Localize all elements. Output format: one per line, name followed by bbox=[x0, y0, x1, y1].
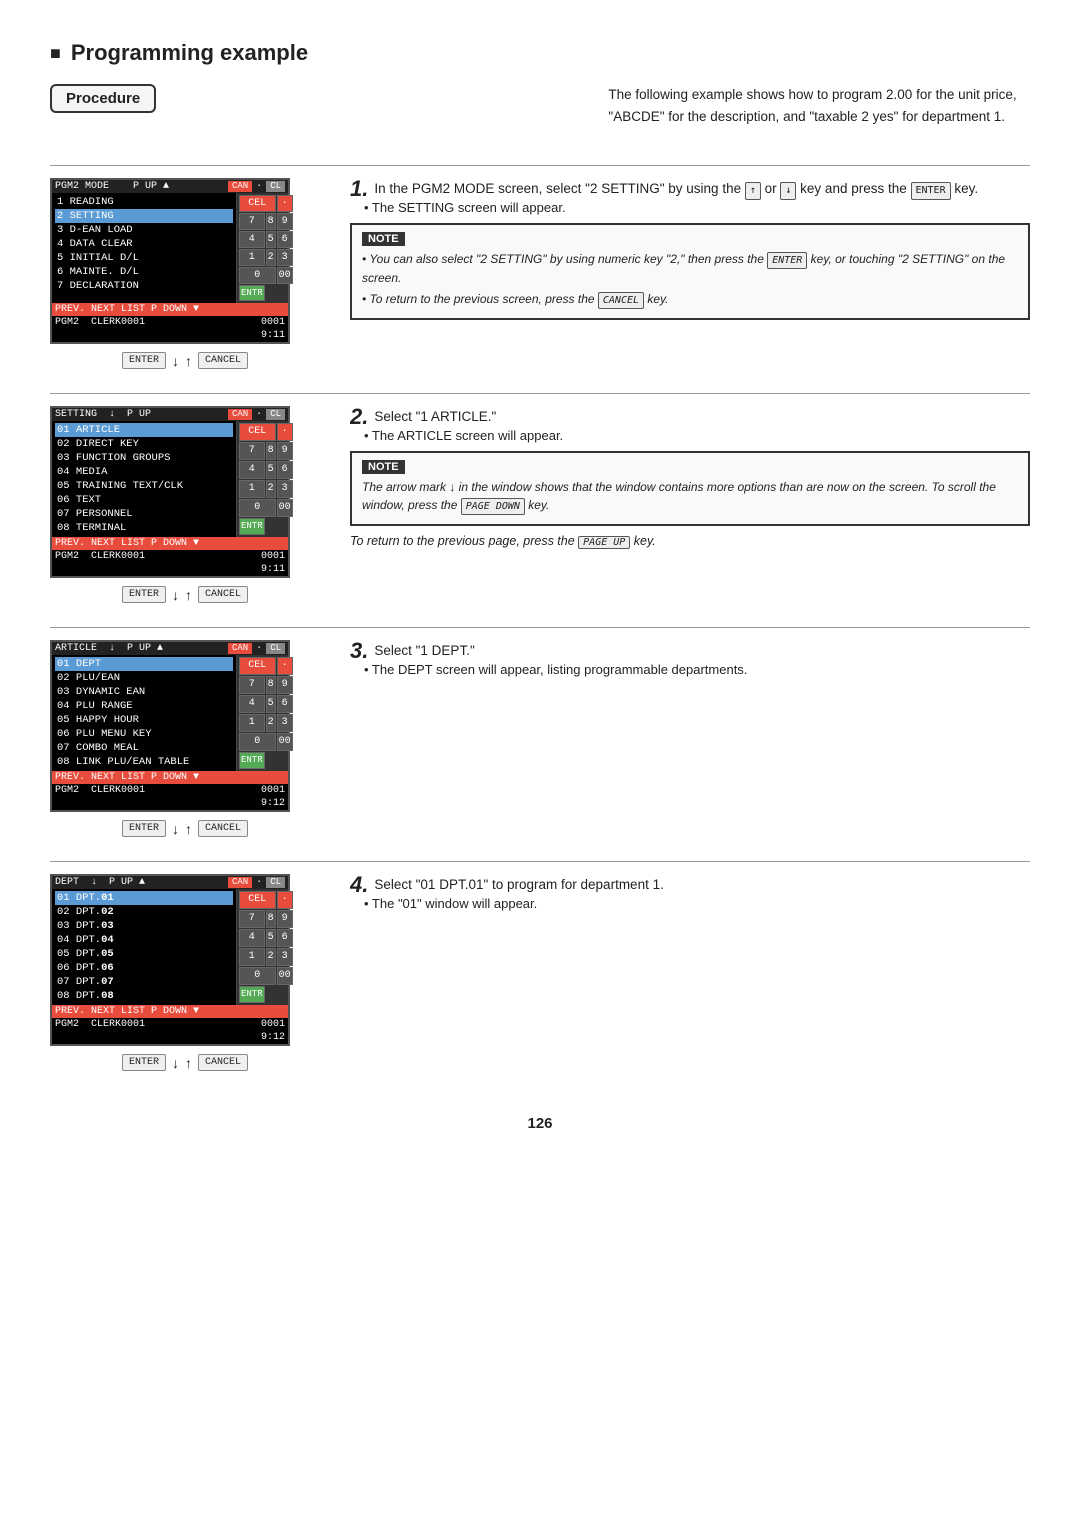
step-2: 2. Select "1 ARTICLE." • The ARTICLE scr… bbox=[350, 406, 1030, 549]
step-4-number: 4. bbox=[350, 874, 368, 896]
arrow-down-3: ↓ bbox=[172, 821, 179, 837]
step-2-note: NOTE The arrow mark ↓ in the window show… bbox=[350, 451, 1030, 526]
step-4-text: Select "01 DPT.01" to program for depart… bbox=[374, 877, 663, 892]
cancel-key-4: CANCEL bbox=[198, 1054, 248, 1071]
arrow-up-3: ↑ bbox=[185, 821, 192, 837]
step-3: 3. Select "1 DEPT." • The DEPT screen wi… bbox=[350, 640, 1030, 677]
procedure-badge: Procedure bbox=[50, 84, 156, 113]
step-1-sub: • The SETTING screen will appear. bbox=[364, 200, 1030, 215]
arrow-up-1: ↑ bbox=[185, 353, 192, 369]
step-1-note: NOTE • You can also select "2 SETTING" b… bbox=[350, 223, 1030, 320]
pos-screen-1: PGM2 MODE P UP ▲ CAN · CL 1 READING 2 SE… bbox=[50, 178, 290, 344]
key-row-1: ENTER ↓ ↑ CANCEL bbox=[50, 352, 320, 369]
step-1-text: In the PGM2 MODE screen, select "2 SETTI… bbox=[374, 181, 978, 196]
step-3-number: 3. bbox=[350, 640, 368, 662]
intro-text: The following example shows how to progr… bbox=[608, 84, 1030, 127]
enter-key-4: ENTER bbox=[122, 1054, 166, 1071]
key-row-3: ENTER ↓ ↑ CANCEL bbox=[50, 820, 320, 837]
enter-key-2: ENTER bbox=[122, 586, 166, 603]
step-4: 4. Select "01 DPT.01" to program for dep… bbox=[350, 874, 1030, 911]
page-number: 126 bbox=[50, 1115, 1030, 1132]
cancel-key-3: CANCEL bbox=[198, 820, 248, 837]
step-3-text: Select "1 DEPT." bbox=[374, 643, 474, 658]
pos-screen-3: ARTICLE ↓ P UP ▲ CAN · CL 01 DEPT 02 PLU… bbox=[50, 640, 290, 812]
enter-key-1: ENTER bbox=[122, 352, 166, 369]
step-1: 1. In the PGM2 MODE screen, select "2 SE… bbox=[350, 178, 1030, 320]
enter-key-3: ENTER bbox=[122, 820, 166, 837]
key-row-4: ENTER ↓ ↑ CANCEL bbox=[50, 1054, 320, 1071]
step-4-sub: • The "01" window will appear. bbox=[364, 896, 1030, 911]
arrow-down-2: ↓ bbox=[172, 587, 179, 603]
cancel-key-1: CANCEL bbox=[198, 352, 248, 369]
step-1-number: 1. bbox=[350, 178, 368, 200]
arrow-down-4: ↓ bbox=[172, 1055, 179, 1071]
step-3-sub: • The DEPT screen will appear, listing p… bbox=[364, 662, 1030, 677]
page-title: Programming example bbox=[50, 40, 1030, 66]
step-2-sub: • The ARTICLE screen will appear. bbox=[364, 428, 1030, 443]
pos-screen-2: SETTING ↓ P UP CAN · CL 01 ARTICLE 02 DI… bbox=[50, 406, 290, 578]
step-2-number: 2. bbox=[350, 406, 368, 428]
step-2-text: Select "1 ARTICLE." bbox=[374, 409, 496, 424]
arrow-up-4: ↑ bbox=[185, 1055, 192, 1071]
arrow-up-2: ↑ bbox=[185, 587, 192, 603]
cancel-key-2: CANCEL bbox=[198, 586, 248, 603]
step-2-extra: To return to the previous page, press th… bbox=[350, 534, 1030, 549]
pos-screen-4: DEPT ↓ P UP ▲ CAN · CL 01 DPT.01 02 DPT.… bbox=[50, 874, 290, 1046]
arrow-down-1: ↓ bbox=[172, 353, 179, 369]
key-row-2: ENTER ↓ ↑ CANCEL bbox=[50, 586, 320, 603]
